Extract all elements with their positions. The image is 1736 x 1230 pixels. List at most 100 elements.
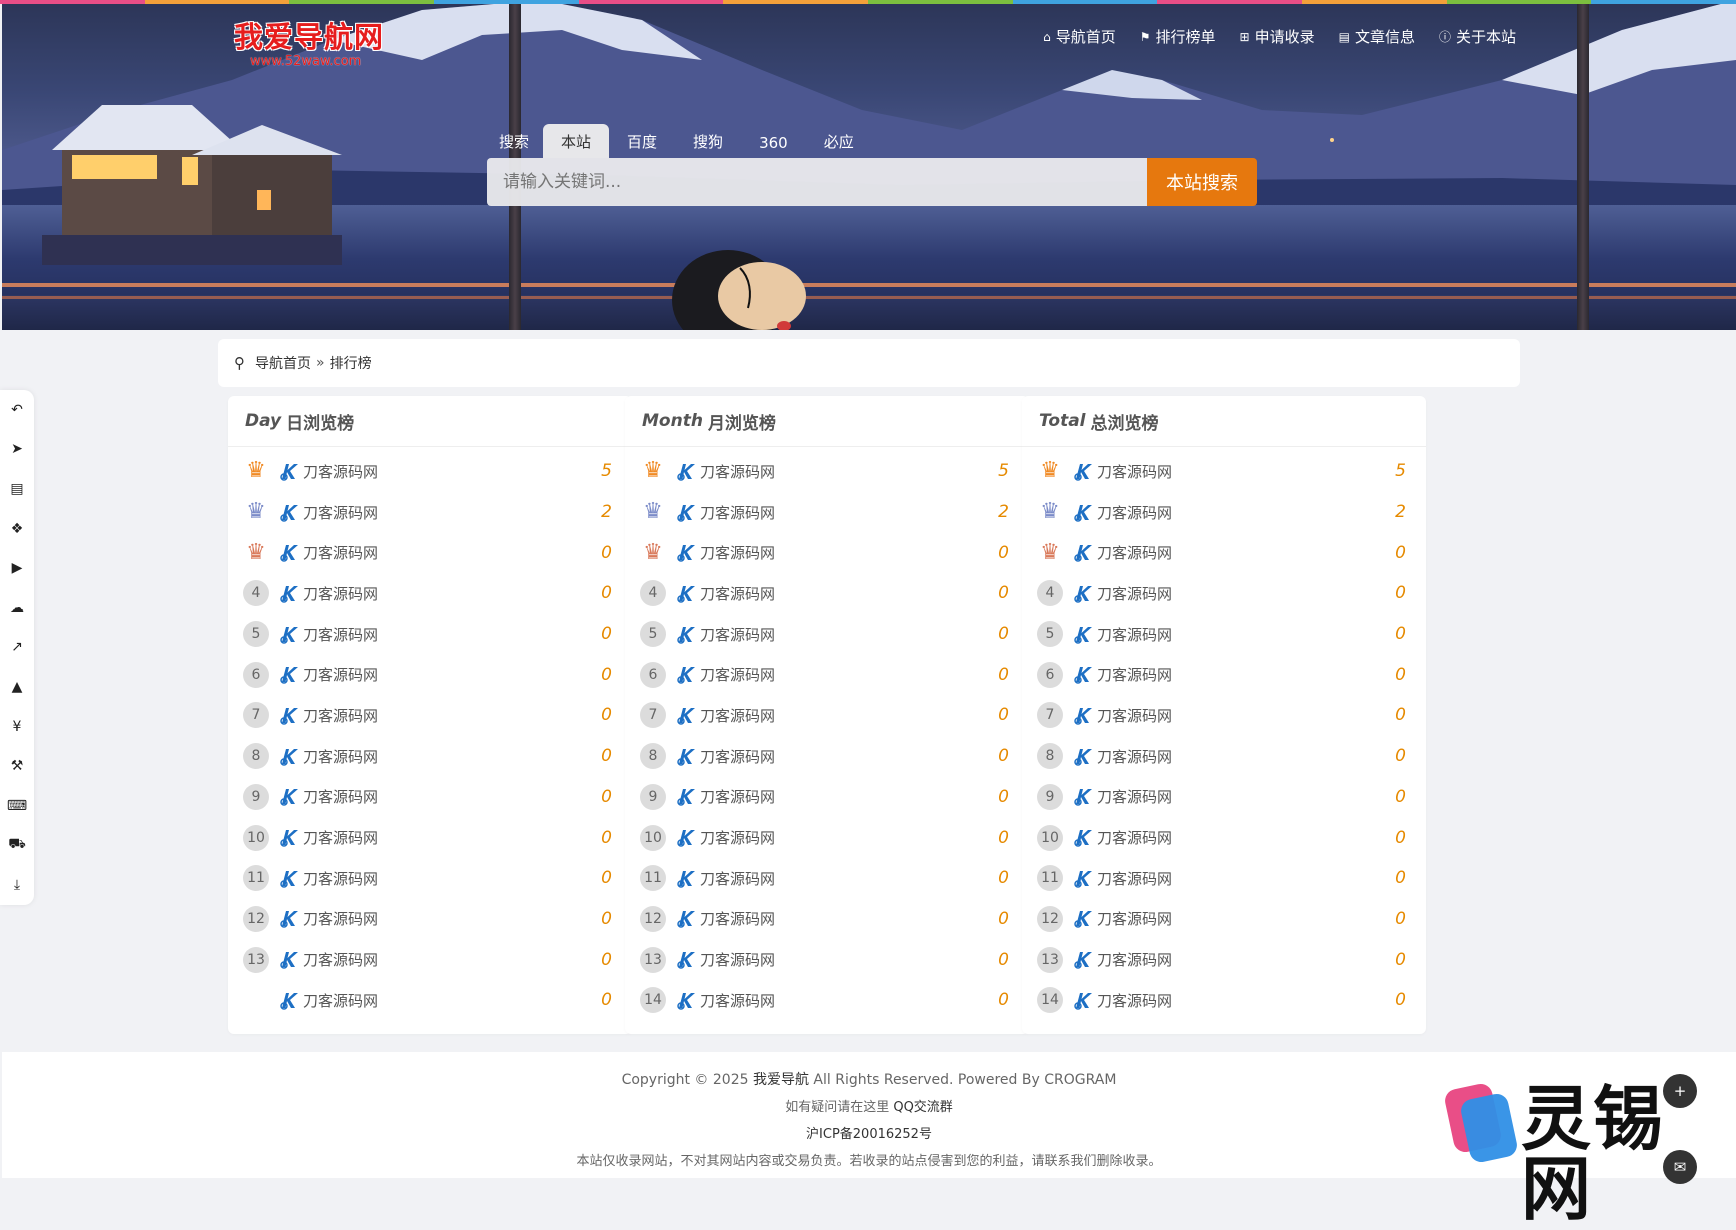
site-name[interactable]: 刀客源码网: [1097, 868, 1172, 889]
ranking-row[interactable]: 8 刀客源码网 0: [1022, 736, 1426, 777]
site-name[interactable]: 刀客源码网: [1097, 502, 1172, 523]
ranking-row[interactable]: ♛ 刀客源码网 0: [1022, 532, 1426, 573]
nav-submit[interactable]: ⊞ 申请收录: [1240, 26, 1315, 47]
site-name[interactable]: 刀客源码网: [700, 705, 775, 726]
site-name[interactable]: 刀客源码网: [303, 990, 378, 1011]
cart-icon[interactable]: ⛟: [0, 826, 34, 866]
nav-about[interactable]: ⓘ 关于本站: [1439, 26, 1516, 47]
ranking-row[interactable]: 刀客源码网 0: [228, 980, 632, 1021]
search-tab-sogou[interactable]: 搜狗: [675, 124, 741, 158]
search-tab-site[interactable]: 本站: [543, 124, 610, 158]
search-tab-360[interactable]: 360: [741, 127, 806, 158]
line-chart-icon[interactable]: ↗: [0, 628, 34, 668]
ranking-row[interactable]: ♛ 刀客源码网 2: [228, 492, 632, 533]
ranking-row[interactable]: 7 刀客源码网 0: [1022, 695, 1426, 736]
site-name[interactable]: 刀客源码网: [700, 664, 775, 685]
ranking-row[interactable]: 7 刀客源码网 0: [228, 695, 632, 736]
site-name[interactable]: 刀客源码网: [700, 583, 775, 604]
ranking-row[interactable]: 13 刀客源码网 0: [625, 939, 1029, 980]
footer-site-link[interactable]: 我爱导航: [753, 1072, 809, 1088]
site-name[interactable]: 刀客源码网: [700, 908, 775, 929]
youtube-icon[interactable]: ▶: [0, 548, 34, 588]
site-name[interactable]: 刀客源码网: [303, 786, 378, 807]
ranking-row[interactable]: 8 刀客源码网 0: [228, 736, 632, 777]
ranking-row[interactable]: 10 刀客源码网 0: [228, 817, 632, 858]
plus-button[interactable]: +: [1663, 1074, 1697, 1108]
ranking-row[interactable]: 6 刀客源码网 0: [228, 654, 632, 695]
site-name[interactable]: 刀客源码网: [303, 949, 378, 970]
site-name[interactable]: 刀客源码网: [700, 542, 775, 563]
ranking-row[interactable]: 5 刀客源码网 0: [228, 614, 632, 655]
nav-articles[interactable]: ▤ 文章信息: [1339, 26, 1415, 47]
site-name[interactable]: 刀客源码网: [1097, 949, 1172, 970]
cubes-icon[interactable]: ❖: [0, 509, 34, 549]
ranking-row[interactable]: 7 刀客源码网 0: [625, 695, 1029, 736]
site-name[interactable]: 刀客源码网: [303, 827, 378, 848]
ranking-row[interactable]: 9 刀客源码网 0: [625, 777, 1029, 818]
site-logo[interactable]: 我爱导航网 www.52waw.com: [234, 14, 384, 69]
ranking-row[interactable]: 9 刀客源码网 0: [228, 777, 632, 818]
ranking-row[interactable]: 4 刀客源码网 0: [1022, 573, 1426, 614]
site-name[interactable]: 刀客源码网: [303, 542, 378, 563]
ranking-row[interactable]: ♛ 刀客源码网 5: [625, 451, 1029, 492]
ranking-row[interactable]: 4 刀客源码网 0: [228, 573, 632, 614]
ranking-row[interactable]: 9 刀客源码网 0: [1022, 777, 1426, 818]
ranking-row[interactable]: 13 刀客源码网 0: [1022, 939, 1426, 980]
graduation-cap-icon[interactable]: ▲: [0, 667, 34, 707]
keyboard-icon[interactable]: ⌨: [0, 786, 34, 826]
site-name[interactable]: 刀客源码网: [1097, 786, 1172, 807]
ranking-row[interactable]: ♛ 刀客源码网 5: [1022, 451, 1426, 492]
site-name[interactable]: 刀客源码网: [1097, 664, 1172, 685]
ranking-row[interactable]: ♛ 刀客源码网 2: [625, 492, 1029, 533]
site-name[interactable]: 刀客源码网: [303, 461, 378, 482]
ranking-row[interactable]: 14 刀客源码网 0: [625, 980, 1029, 1021]
nav-ranking[interactable]: ⚑ 排行榜单: [1140, 26, 1216, 47]
site-name[interactable]: 刀客源码网: [700, 990, 775, 1011]
ranking-row[interactable]: 12 刀客源码网 0: [228, 899, 632, 940]
site-name[interactable]: 刀客源码网: [700, 624, 775, 645]
ranking-row[interactable]: 13 刀客源码网 0: [228, 939, 632, 980]
wechat-button[interactable]: ✉: [1663, 1150, 1697, 1184]
site-name[interactable]: 刀客源码网: [303, 746, 378, 767]
search-tab-baidu[interactable]: 百度: [609, 124, 675, 158]
ranking-row[interactable]: ♛ 刀客源码网 0: [228, 532, 632, 573]
ranking-row[interactable]: 10 刀客源码网 0: [1022, 817, 1426, 858]
site-name[interactable]: 刀客源码网: [1097, 461, 1172, 482]
ranking-row[interactable]: ♛ 刀客源码网 2: [1022, 492, 1426, 533]
download-icon[interactable]: ⤓: [0, 865, 34, 905]
file-icon[interactable]: ▤: [0, 469, 34, 509]
site-name[interactable]: 刀客源码网: [303, 868, 378, 889]
breadcrumb-home[interactable]: 导航首页: [255, 353, 311, 373]
site-name[interactable]: 刀客源码网: [1097, 990, 1172, 1011]
site-name[interactable]: 刀客源码网: [1097, 583, 1172, 604]
site-name[interactable]: 刀客源码网: [1097, 746, 1172, 767]
ranking-row[interactable]: 14 刀客源码网 0: [1022, 980, 1426, 1021]
wrench-icon[interactable]: ⚒: [0, 746, 34, 786]
site-name[interactable]: 刀客源码网: [303, 502, 378, 523]
ranking-row[interactable]: 11 刀客源码网 0: [625, 858, 1029, 899]
cloud-icon[interactable]: ☁: [0, 588, 34, 628]
site-name[interactable]: 刀客源码网: [303, 664, 378, 685]
search-input[interactable]: [487, 158, 1147, 206]
site-name[interactable]: 刀客源码网: [700, 827, 775, 848]
ranking-row[interactable]: 8 刀客源码网 0: [625, 736, 1029, 777]
site-name[interactable]: 刀客源码网: [1097, 705, 1172, 726]
ranking-row[interactable]: 11 刀客源码网 0: [228, 858, 632, 899]
ranking-row[interactable]: 4 刀客源码网 0: [625, 573, 1029, 614]
ranking-row[interactable]: 12 刀客源码网 0: [1022, 899, 1426, 940]
site-name[interactable]: 刀客源码网: [303, 908, 378, 929]
qq-group-link[interactable]: QQ交流群: [893, 1100, 952, 1115]
site-name[interactable]: 刀客源码网: [1097, 908, 1172, 929]
ranking-row[interactable]: 5 刀客源码网 0: [1022, 614, 1426, 655]
ranking-row[interactable]: ♛ 刀客源码网 5: [228, 451, 632, 492]
ranking-row[interactable]: 12 刀客源码网 0: [625, 899, 1029, 940]
site-name[interactable]: 刀客源码网: [700, 502, 775, 523]
site-name[interactable]: 刀客源码网: [303, 705, 378, 726]
site-name[interactable]: 刀客源码网: [700, 786, 775, 807]
search-button[interactable]: 本站搜索: [1147, 158, 1257, 206]
site-name[interactable]: 刀客源码网: [700, 461, 775, 482]
site-name[interactable]: 刀客源码网: [700, 868, 775, 889]
ranking-row[interactable]: 11 刀客源码网 0: [1022, 858, 1426, 899]
ranking-row[interactable]: 10 刀客源码网 0: [625, 817, 1029, 858]
ranking-row[interactable]: 6 刀客源码网 0: [1022, 654, 1426, 695]
